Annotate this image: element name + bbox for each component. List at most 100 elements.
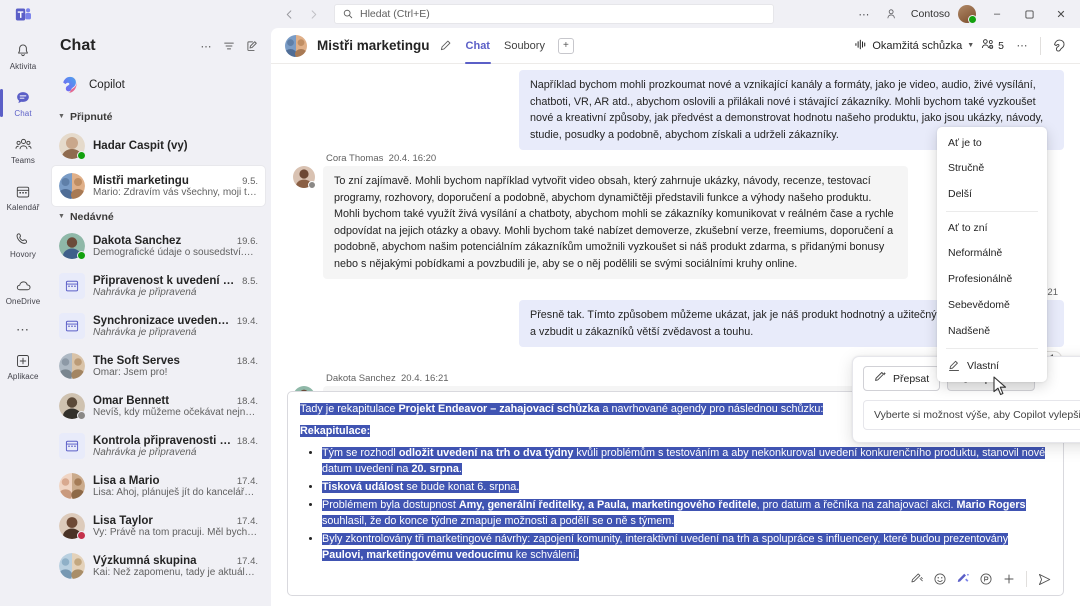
participants-button[interactable]: 5	[981, 38, 1004, 53]
copilot-icon[interactable]	[952, 568, 974, 590]
presence-indicator	[77, 251, 86, 260]
chat-time: 9.5.	[242, 175, 258, 187]
meeting-icon	[59, 313, 85, 339]
list-item-text: Hadar Caspit (vy)	[93, 140, 258, 152]
plus-more-icon[interactable]	[998, 568, 1020, 590]
conversation-title: Mistři marketingu	[317, 38, 430, 53]
avatar	[59, 513, 86, 540]
seg: ke schválení.	[512, 549, 579, 561]
tab-chat[interactable]: Chat	[464, 28, 492, 64]
person-add-icon[interactable]	[879, 2, 905, 26]
menu-item-strucne[interactable]: Stručně	[937, 155, 1047, 181]
list-item[interactable]: Hadar Caspit (vy)	[52, 126, 265, 166]
list-item-kontrola-pripravenosti[interactable]: Kontrola připravenosti k zahájení pr... …	[52, 426, 265, 466]
compose-chat-icon[interactable]	[241, 35, 263, 57]
list-item-mark8-sync[interactable]: Synchronizace uvedení Mark 8 19.4. Nahrá…	[52, 306, 265, 346]
chat-preview: Nahrávka je připravená	[93, 326, 197, 338]
chat-preview: Lisa: Ahoj, plánuješ jít do kanceláře v.…	[93, 486, 258, 498]
rewrite-button[interactable]: Přepsat	[863, 366, 941, 391]
copilot-icon[interactable]	[1048, 35, 1070, 57]
list-item-vyzkumna-skupina[interactable]: Výzkumná skupina 17.4. Kai: Než zapomenu…	[52, 546, 265, 586]
page-title: Chat	[60, 37, 96, 54]
menu-item-profesionalne[interactable]: Profesionálně	[937, 266, 1047, 292]
emoji-icon[interactable]	[929, 568, 951, 590]
tenant-label[interactable]: Contoso	[907, 8, 954, 20]
menu-item-neformalne[interactable]: Neformálně	[937, 240, 1047, 266]
search-input[interactable]: Hledat (Ctrl+E)	[334, 4, 774, 24]
sidebar-item-kalendar[interactable]: Kalendář	[1, 175, 45, 219]
format-icon[interactable]	[906, 568, 928, 590]
meet-now-button[interactable]: Okamžitá schůzka ▼	[854, 39, 974, 53]
chevron-down-icon: ▼	[58, 113, 65, 120]
avatar	[59, 473, 85, 499]
chat-time: 18.4.	[236, 395, 258, 407]
menu-item-sebevedome[interactable]: Sebevědomě	[937, 292, 1047, 318]
people-icon	[15, 136, 32, 155]
list-item-copilot[interactable]: Copilot	[52, 68, 265, 102]
back-icon[interactable]	[278, 3, 300, 25]
list-item-text: Dakota Sanchez 19.6. Demografické údaje …	[93, 235, 258, 258]
chevron-down-icon[interactable]: ▼	[967, 42, 974, 49]
more-horizontal-icon[interactable]: ⋯	[851, 2, 877, 26]
menu-group-label-length: Ať je to	[948, 137, 982, 149]
list-item-text: Připravenost k uvedení projektu Avalon 8…	[93, 275, 258, 298]
sidebar-item-chat[interactable]: Chat	[0, 81, 45, 125]
avatar	[59, 553, 85, 579]
sidebar-item-aplikace[interactable]: Aplikace	[1, 344, 45, 388]
chat-list-scroll[interactable]: Copilot ▼ Připnuté Hadar Caspit (vy) Mis…	[46, 64, 271, 606]
forward-icon[interactable]	[302, 3, 324, 25]
copilot-label: Copilot	[89, 79, 125, 91]
filter-icon[interactable]	[218, 35, 240, 57]
chat-time: 17.4.	[236, 475, 258, 487]
section-header-pinned[interactable]: ▼ Připnuté	[46, 106, 271, 126]
section-header-recent[interactable]: ▼ Nedávné	[46, 206, 271, 226]
seg: , pro datum a řečníka na zahajovací akci…	[756, 499, 957, 511]
chat-preview: Mario: Zdravím vás všechny, moji týmoví …	[93, 186, 258, 198]
list-item-soft-serves[interactable]: The Soft Serves 18.4. Omar: Jsem pro!	[52, 346, 265, 386]
sidebar-item-hovory[interactable]: Hovory	[1, 222, 45, 266]
meeting-icon	[59, 273, 85, 299]
conversation-header-right: Okamžitá schůzka ▼ 5 ⋯	[854, 35, 1070, 57]
add-tab-icon[interactable]: +	[557, 37, 574, 54]
list-item-dakota-sanchez[interactable]: Dakota Sanchez 19.6. Demografické údaje …	[52, 226, 265, 266]
compose-bullet: Byly zkontrolovány tři marketingové návr…	[322, 531, 1051, 563]
avatar	[59, 393, 86, 420]
menu-item-vlastni[interactable]: Vlastní	[937, 353, 1047, 379]
loop-icon[interactable]	[975, 568, 997, 590]
list-item-lisa-a-mario[interactable]: Lisa a Mario 17.4. Lisa: Ahoj, plánuješ …	[52, 466, 265, 506]
presence-indicator	[77, 531, 86, 540]
avatar[interactable]	[958, 5, 977, 24]
list-item-text: Synchronizace uvedení Mark 8 19.4. Nahrá…	[93, 315, 258, 338]
menu-divider	[946, 348, 1038, 349]
maximize-button[interactable]	[1014, 1, 1044, 27]
list-item-omar-bennett[interactable]: Omar Bennett 18.4. Nevíš, kdy můžeme oče…	[52, 386, 265, 426]
conversation-header: Mistři marketingu Chat Soubory + Okamžit…	[271, 28, 1080, 64]
chat-name: Připravenost k uvedení projektu Avalon	[93, 274, 237, 287]
menu-item-nadsene[interactable]: Nadšeně	[937, 318, 1047, 344]
search-placeholder: Hledat (Ctrl+E)	[360, 8, 430, 20]
seg: Problémem byla dostupnost	[322, 499, 459, 511]
sidebar-item-label: OneDrive	[5, 296, 41, 306]
more-horizontal-icon[interactable]: ⋯	[195, 35, 217, 57]
avatar	[59, 133, 86, 160]
menu-item-label: Vlastní	[967, 360, 1000, 372]
list-item-avalon-readiness[interactable]: Připravenost k uvedení projektu Avalon 8…	[52, 266, 265, 306]
list-item-mistri-marketingu[interactable]: Mistři marketingu 9.5. Mario: Zdravím vá…	[52, 166, 265, 206]
list-item-lisa-taylor[interactable]: Lisa Taylor 17.4. Vy: Právě na tom pracu…	[52, 506, 265, 546]
close-button[interactable]: ✕	[1046, 1, 1076, 27]
minimize-button[interactable]: –	[982, 1, 1012, 27]
sidebar-item-teams[interactable]: Teams	[1, 128, 45, 172]
more-horizontal-icon[interactable]: ⋯	[1011, 35, 1033, 57]
compose-bullet: Tým se rozhodl odložit uvedení na trh o …	[322, 445, 1051, 477]
rail-overflow-icon[interactable]: ⋯	[16, 316, 30, 344]
message-time: 20.4. 16:21	[401, 373, 449, 384]
tab-soubory[interactable]: Soubory	[503, 28, 546, 64]
chat-bubble-icon	[15, 89, 31, 108]
pencil-icon[interactable]	[440, 40, 451, 51]
send-icon[interactable]	[1033, 568, 1055, 590]
menu-item-delsi[interactable]: Delší	[937, 181, 1047, 207]
sidebar-item-aktivita[interactable]: Aktivita	[1, 34, 45, 78]
chat-list-header: Chat ⋯	[46, 28, 271, 64]
chat-time: 17.4.	[236, 515, 258, 527]
sidebar-item-onedrive[interactable]: OneDrive	[1, 269, 45, 313]
